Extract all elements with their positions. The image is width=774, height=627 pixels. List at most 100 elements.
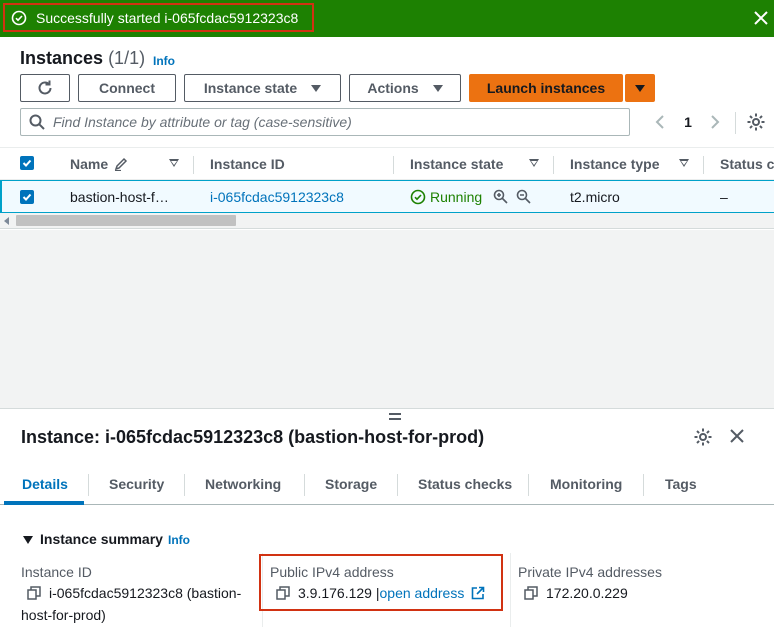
external-link-icon[interactable]: [471, 586, 485, 600]
open-address-link[interactable]: open address: [380, 585, 465, 601]
search-input[interactable]: [53, 114, 613, 130]
cell-status-checks: –: [720, 188, 728, 205]
prev-page-button[interactable]: [651, 110, 669, 134]
search-box[interactable]: [20, 108, 630, 136]
cell-instance-type: t2.micro: [570, 188, 620, 205]
caret-down-icon: [635, 84, 645, 92]
tab-divider: [397, 474, 398, 496]
edit-icon: [114, 157, 128, 171]
caret-down-icon: [311, 84, 322, 92]
caret-down-icon: [432, 84, 443, 92]
copy-icon[interactable]: [524, 586, 538, 600]
instance-details-panel: Instance: i-065fcdac5912323c8 (bastion-h…: [0, 408, 774, 627]
zoom-in-icon[interactable]: [493, 189, 508, 204]
flash-message-box: Successfully started i-065fcdac5912323c8: [3, 3, 314, 32]
summary-title[interactable]: Instance summary: [40, 531, 163, 547]
instance-id-text-cont: host-for-prod): [21, 607, 106, 623]
column-header-instance-state[interactable]: Instance state: [410, 148, 503, 180]
column-divider: [510, 553, 511, 627]
column-divider: [393, 156, 394, 174]
tab-divider: [528, 474, 529, 496]
sort-icon[interactable]: [679, 159, 689, 167]
tab-divider: [643, 474, 644, 496]
public-ip-value: 3.9.176.129 |open address: [276, 582, 485, 604]
table-row[interactable]: bastion-host-f… i-065fcdac5912323c8 Runn…: [0, 180, 774, 213]
zoom-out-icon[interactable]: [516, 189, 531, 204]
column-header-label: Instance type: [570, 156, 660, 172]
tab-status-checks[interactable]: Status checks: [418, 465, 512, 503]
tab-details[interactable]: Details: [22, 465, 68, 503]
selection-count: (1/1): [108, 48, 146, 68]
actions-button[interactable]: Actions: [349, 74, 461, 102]
collapse-caret-icon[interactable]: [23, 536, 33, 544]
instance-state-label: Instance state: [203, 80, 298, 96]
gear-icon[interactable]: [693, 427, 713, 447]
scroll-left-icon[interactable]: [4, 217, 9, 225]
divider: [735, 112, 736, 134]
column-divider: [193, 156, 194, 174]
column-divider: [553, 156, 554, 174]
instance-state-button[interactable]: Instance state: [184, 74, 341, 102]
instance-id-link[interactable]: i-065fcdac5912323c8: [210, 181, 344, 212]
tab-divider: [304, 474, 305, 496]
panel-title: Instance: i-065fcdac5912323c8 (bastion-h…: [21, 427, 485, 447]
instance-id-text: i-065fcdac5912323c8 (bastion-: [49, 585, 242, 601]
summary-info-link[interactable]: Info: [168, 533, 190, 547]
column-header-label: Instance state: [410, 156, 504, 172]
column-header-instance-id[interactable]: Instance ID: [210, 148, 285, 180]
select-all-checkbox[interactable]: [20, 156, 34, 170]
column-header-label: Instance ID: [210, 156, 285, 172]
horizontal-scrollbar[interactable]: [0, 213, 774, 229]
column-header-name[interactable]: Name: [70, 148, 128, 180]
copy-icon[interactable]: [276, 586, 290, 600]
page-title-text: Instances: [20, 48, 104, 68]
flash-message: Successfully started i-065fcdac5912323c8: [36, 9, 299, 26]
launch-label: Launch instances: [486, 80, 606, 96]
search-icon: [29, 114, 45, 130]
connect-button[interactable]: Connect: [78, 74, 176, 102]
copy-icon[interactable]: [27, 586, 41, 600]
instance-id-value: i-065fcdac5912323c8 (bastion-: [27, 582, 257, 604]
gear-icon[interactable]: [746, 112, 766, 132]
column-header-instance-type[interactable]: Instance type: [570, 148, 659, 180]
sort-icon[interactable]: [169, 159, 179, 167]
resize-handle[interactable]: [389, 413, 401, 422]
tab-networking[interactable]: Networking: [205, 465, 281, 503]
launch-dropdown-button[interactable]: [625, 74, 655, 102]
next-page-button[interactable]: [706, 110, 724, 134]
refresh-button[interactable]: [20, 74, 70, 102]
close-icon[interactable]: [752, 9, 770, 27]
launch-instances-button[interactable]: Launch instances: [469, 74, 623, 102]
details-tabs: Details Security Networking Storage Stat…: [0, 465, 774, 505]
close-icon[interactable]: [729, 428, 747, 446]
column-header-label: Status ch: [720, 156, 774, 172]
public-ip-label: Public IPv4 address: [270, 564, 394, 580]
cell-instance-state: Running: [410, 181, 531, 212]
row-checkbox[interactable]: [20, 190, 34, 204]
connect-label: Connect: [99, 80, 155, 96]
private-ip-label: Private IPv4 addresses: [518, 564, 662, 580]
page-number[interactable]: 1: [680, 110, 696, 134]
column-header-label: Name: [70, 156, 109, 172]
private-ip-value: 172.20.0.229: [524, 582, 628, 604]
tab-tags[interactable]: Tags: [665, 465, 697, 503]
private-ip-text: 172.20.0.229: [546, 585, 628, 601]
tab-storage[interactable]: Storage: [325, 465, 377, 503]
check-circle-icon: [11, 10, 27, 26]
sort-icon[interactable]: [529, 159, 539, 167]
column-header-status-checks[interactable]: Status ch: [720, 148, 774, 180]
table-empty-area: [0, 230, 774, 408]
flash-banner: Successfully started i-065fcdac5912323c8: [0, 0, 774, 37]
tab-security[interactable]: Security: [109, 465, 164, 503]
info-link[interactable]: Info: [153, 54, 175, 68]
column-divider: [703, 156, 704, 174]
scrollbar-thumb[interactable]: [16, 215, 236, 226]
check-circle-icon: [410, 189, 426, 205]
active-tab-indicator: [4, 501, 84, 505]
instance-id-label: Instance ID: [21, 564, 92, 580]
table-header: Name Instance ID Instance state Instance…: [0, 147, 774, 180]
state-running-text: Running: [430, 188, 483, 205]
tab-divider: [88, 474, 89, 496]
tab-monitoring[interactable]: Monitoring: [550, 465, 622, 503]
public-ip-text: 3.9.176.129: [298, 585, 372, 601]
